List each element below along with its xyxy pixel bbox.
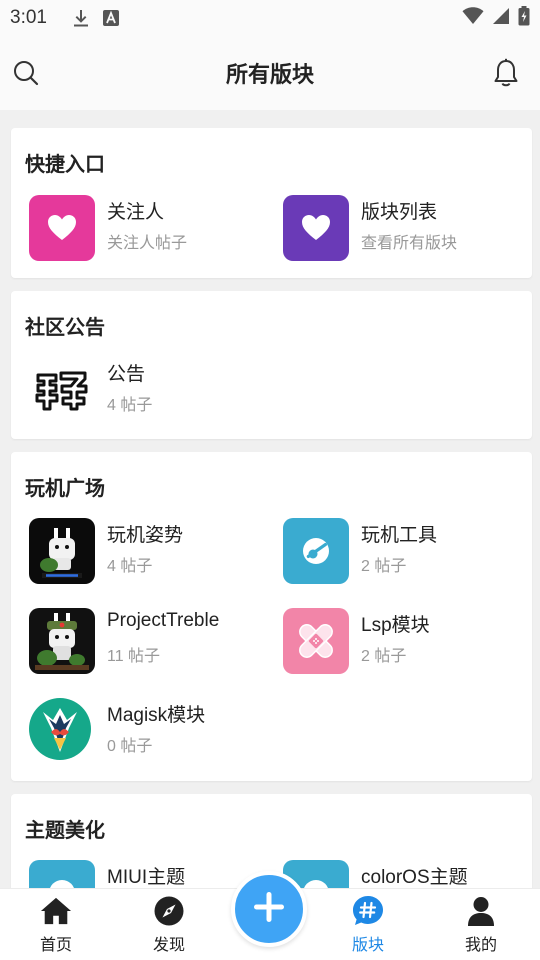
status-bar: 3:01 [0,0,540,36]
item-name: 版块列表 [361,202,438,223]
item-subtitle: 0 帖子 [107,738,153,755]
battery-icon [518,5,530,31]
nav-boards[interactable]: 版块 [328,895,408,957]
item-subtitle: 关注人帖子 [107,235,188,252]
mascot-soldier-icon [29,608,95,674]
item-name: 玩机工具 [361,525,438,546]
item-name: Magisk模块 [107,705,206,726]
content-scroll-area[interactable]: 快捷入口 关注人 关注人帖子 版块列表 查看所有版块 社区公告 公告 4 帖子 … [0,110,540,888]
section-title: 快捷入口 [25,154,105,176]
board-item-notice[interactable]: 公告 4 帖子 [29,357,269,423]
item-name: 玩机姿势 [107,525,184,546]
create-post-button[interactable] [231,871,307,947]
hashtag-icon [352,895,384,927]
item-subtitle: 2 帖子 [361,648,407,665]
section-title: 玩机广场 [25,478,105,500]
board-item-coloros-theme[interactable]: colorOS主题 [283,860,523,888]
item-name: colorOS主题 [361,867,468,888]
compass-icon [153,895,185,927]
signal-icon [492,7,510,30]
nav-label: 发现 [152,937,185,954]
person-icon [465,895,497,927]
item-name: MIUI主题 [107,867,186,888]
plus-icon [252,890,286,929]
magisk-icon [29,698,91,760]
board-item-project-treble[interactable]: ProjectTreble 11 帖子 [29,608,269,674]
item-name: ProjectTreble [107,610,220,631]
app-bar: 所有版块 [0,36,540,110]
board-item-magisk-module[interactable]: Magisk模块 0 帖子 [29,698,269,764]
item-name: 关注人 [107,202,165,223]
item-subtitle: 4 帖子 [107,558,153,575]
board-item-play-pose[interactable]: 玩机姿势 4 帖子 [29,518,269,584]
nav-discover[interactable]: 发现 [129,895,209,957]
quick-item-following[interactable]: 关注人 关注人帖子 [29,195,269,261]
heart-icon [29,195,95,261]
qing-character-logo [29,357,95,423]
search-icon[interactable] [12,59,40,87]
page-title: 所有版块 [225,62,314,87]
item-subtitle: 2 帖子 [361,558,407,575]
community-notice-card: 社区公告 公告 4 帖子 [11,291,532,439]
nav-mine[interactable]: 我的 [441,895,521,957]
download-icon [73,9,89,27]
item-subtitle: 查看所有版块 [361,235,458,252]
status-time: 3:01 [10,7,47,28]
section-title: 社区公告 [25,317,105,339]
item-name: Lsp模块 [361,615,430,636]
quick-item-board-list[interactable]: 版块列表 查看所有版块 [283,195,523,261]
item-name: 公告 [107,364,146,385]
fastboot-mascot-icon [29,518,95,584]
nav-home[interactable]: 首页 [16,895,96,957]
play-square-card: 玩机广场 玩机姿势 4 帖子 玩机工具 2 帖子 ProjectTreble 1… [11,452,532,781]
board-item-miui-theme[interactable]: MIUI主题 [29,860,269,888]
wifi-icon [462,6,484,30]
nav-label: 我的 [464,937,497,954]
bandage-icon [283,608,349,674]
heart-icon [283,195,349,261]
nav-label: 版块 [351,937,384,954]
item-subtitle: 4 帖子 [107,397,153,414]
home-icon [40,895,72,927]
theme-icon [29,860,95,888]
tool-icon [283,518,349,584]
board-item-play-tools[interactable]: 玩机工具 2 帖子 [283,518,523,584]
app-notification-icon [102,10,119,26]
section-title: 主题美化 [25,820,105,842]
item-subtitle: 11 帖子 [107,648,161,665]
board-item-lsp-module[interactable]: Lsp模块 2 帖子 [283,608,523,674]
quick-entry-card: 快捷入口 关注人 关注人帖子 版块列表 查看所有版块 [11,128,532,278]
nav-label: 首页 [39,937,72,954]
bell-icon[interactable] [492,58,520,88]
status-right [462,5,530,31]
